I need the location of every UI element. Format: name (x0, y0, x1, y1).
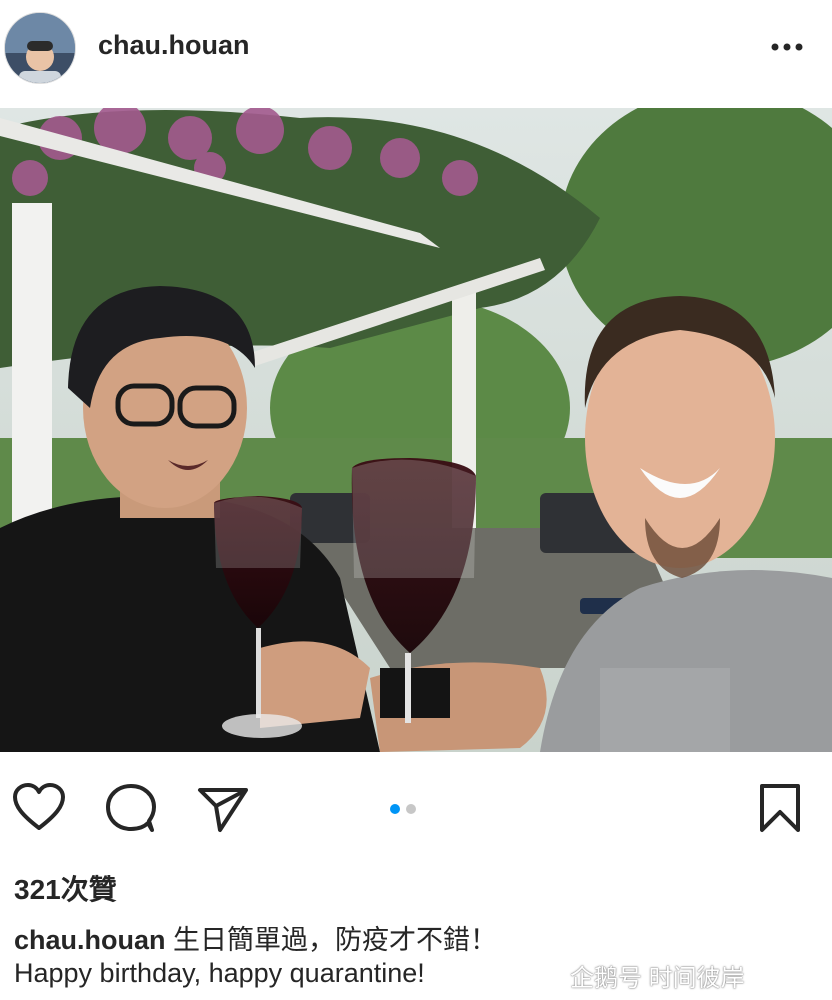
carousel-dot-active[interactable] (390, 804, 400, 814)
caption-username[interactable]: chau.houan (14, 925, 166, 955)
caption: chau.houan 生日簡單過，防疫才不錯！ (14, 918, 497, 957)
avatar[interactable] (4, 12, 76, 84)
heart-icon[interactable] (12, 782, 66, 837)
bookmark-icon[interactable] (756, 782, 804, 839)
carousel-indicator (390, 801, 422, 819)
comment-bubble-icon[interactable] (104, 782, 158, 839)
post-photo[interactable] (0, 108, 832, 752)
caption-line-2: Happy birthday, happy quarantine! (14, 958, 425, 988)
watermark-text: 企鹅号 时间彼岸 (570, 965, 745, 992)
likes-count[interactable]: 321次贊 (14, 868, 117, 908)
caption-text: 生日簡單過，防疫才不錯！ (173, 925, 498, 955)
carousel-dot[interactable] (406, 804, 416, 814)
post-header: chau.houan (0, 0, 832, 100)
more-options-icon[interactable] (768, 34, 812, 60)
post-username[interactable]: chau.houan (98, 30, 250, 61)
send-paper-plane-icon[interactable] (196, 784, 250, 839)
